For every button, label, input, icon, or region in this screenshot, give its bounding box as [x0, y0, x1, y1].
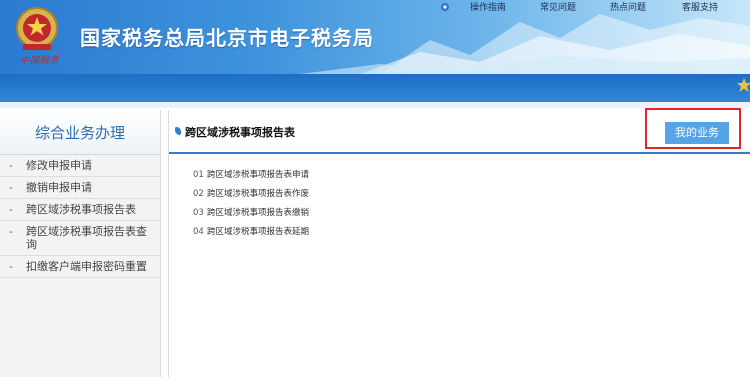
task-link-void[interactable]: 02 跨区域涉税事项报告表作废	[193, 185, 309, 204]
main-header: 跨区域涉税事项报告表 我的业务	[169, 108, 750, 154]
band-divider	[0, 102, 750, 108]
emblem-caption: 中国税务	[20, 56, 61, 66]
link-number: 01	[193, 170, 204, 180]
site-title: 国家税务总局北京市电子税务局	[80, 26, 374, 50]
task-link-extend[interactable]: 04 跨区域涉税事项报告表延期	[193, 223, 309, 242]
sidebar-item-label: 跨区域涉税事项报告表	[26, 203, 136, 216]
page-title: 跨区域涉税事项报告表	[185, 126, 295, 139]
sidebar-item-revoke-declaration[interactable]: - 撤销申报申请	[0, 177, 160, 199]
sidebar-item-label: 撤销申报申请	[26, 181, 92, 194]
sidebar-item-label: 修改申报申请	[26, 159, 92, 172]
top-link-hot-issues[interactable]: 热点问题	[610, 0, 646, 13]
link-label: 跨区域涉税事项报告表申请	[207, 170, 310, 180]
header-band	[0, 74, 750, 102]
sidebar-item-cross-region-report[interactable]: - 跨区域涉税事项报告表	[0, 199, 160, 221]
task-link-apply[interactable]: 01 跨区域涉税事项报告表申请	[193, 166, 309, 185]
title-bullet-icon	[175, 127, 181, 135]
link-number: 03	[193, 208, 204, 218]
task-link-cancel[interactable]: 03 跨区域涉税事项报告表缴销	[193, 204, 309, 223]
site-header: 中国税务 国家税务总局北京市电子税务局 操作指南 常见问题 热点问题 客服支持	[0, 0, 750, 74]
tax-emblem-logo	[16, 7, 58, 50]
main-panel: 跨区域涉税事项报告表 我的业务 01 跨区域涉税事项报告表申请 02 跨区域涉税事项…	[168, 108, 750, 377]
gear-icon	[441, 3, 449, 11]
top-link-guide[interactable]: 操作指南	[470, 0, 506, 13]
sidebar-item-cross-region-report-query[interactable]: - 跨区域涉税事项报告表查询	[0, 221, 160, 256]
top-link-support[interactable]: 客服支持	[682, 0, 718, 13]
sidebar-item-password-reset[interactable]: - 扣缴客户端申报密码重置	[0, 256, 160, 278]
link-label: 跨区域涉税事项报告表作废	[207, 189, 310, 199]
star-icon	[737, 78, 750, 92]
sidebar-title: 综合业务办理	[0, 110, 160, 155]
task-link-list: 01 跨区域涉税事项报告表申请 02 跨区域涉税事项报告表作废 03 跨区域涉税事项报…	[193, 166, 309, 242]
sidebar: 综合业务办理 - 修改申报申请 - 撤销申报申请 - 跨区域涉税事项报告表 - 跨区域涉…	[0, 110, 161, 377]
sidebar-item-label: 跨区域涉税事项报告表查询	[26, 225, 147, 251]
link-number: 02	[193, 189, 204, 199]
link-label: 跨区域涉税事项报告表缴销	[207, 208, 310, 218]
link-number: 04	[193, 227, 204, 237]
my-business-button[interactable]: 我的业务	[665, 122, 729, 144]
sidebar-item-modify-declaration[interactable]: - 修改申报申请	[0, 155, 160, 177]
link-label: 跨区域涉税事项报告表延期	[207, 227, 310, 237]
sidebar-item-label: 扣缴客户端申报密码重置	[26, 260, 147, 273]
top-link-faq[interactable]: 常见问题	[540, 0, 576, 13]
